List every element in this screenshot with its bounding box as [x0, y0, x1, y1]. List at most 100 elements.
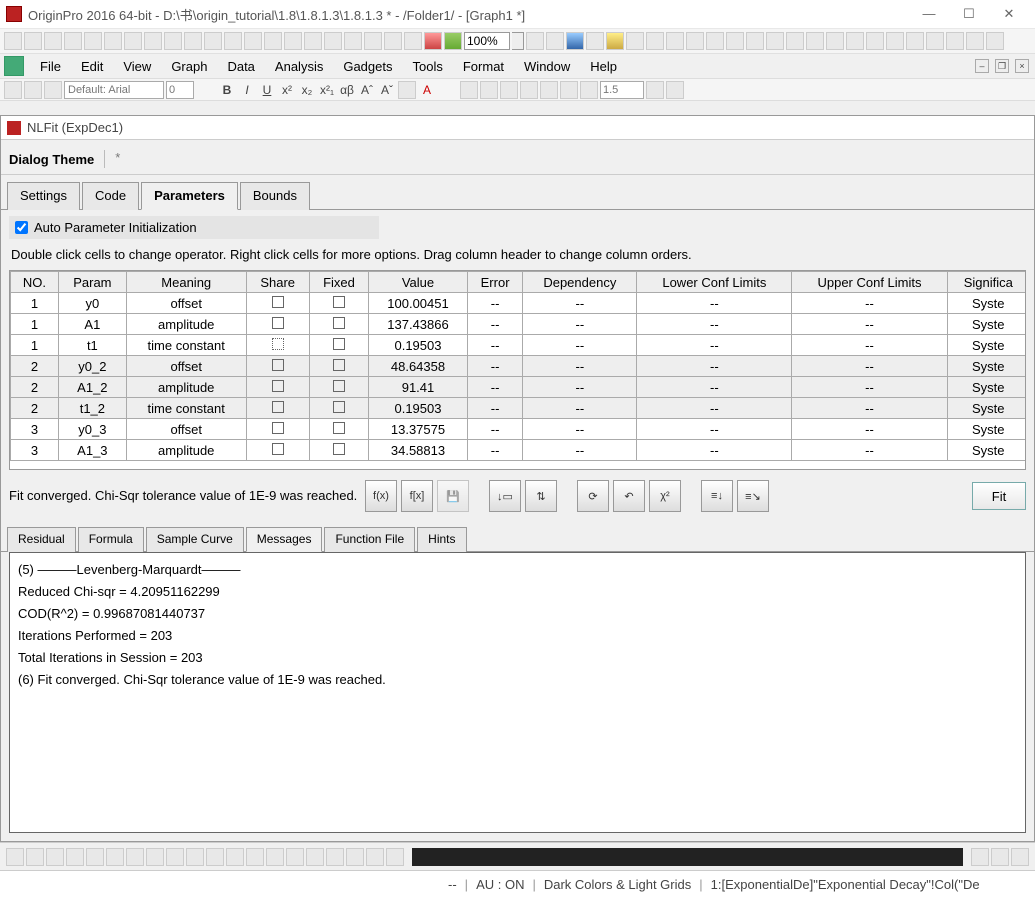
column-header[interactable]: Fixed — [309, 272, 368, 293]
action-button-3[interactable]: ↓▭ — [489, 480, 521, 512]
line-tool[interactable] — [666, 81, 684, 99]
toolbar-button[interactable] — [866, 32, 884, 50]
menu-help[interactable]: Help — [580, 56, 627, 77]
bold-button[interactable]: B — [218, 81, 236, 99]
toolbar-button[interactable] — [646, 32, 664, 50]
menu-graph[interactable]: Graph — [161, 56, 217, 77]
table-row[interactable]: 3y0_3offset13.37575--------Syste — [11, 419, 1027, 440]
column-header[interactable]: Value — [369, 272, 468, 293]
share-checkbox[interactable] — [272, 422, 284, 434]
toolbar-button[interactable] — [926, 32, 944, 50]
share-checkbox[interactable] — [272, 380, 284, 392]
toolbar-button[interactable] — [284, 32, 302, 50]
close-button[interactable]: ✕ — [989, 2, 1029, 26]
fixed-checkbox[interactable] — [333, 359, 345, 371]
toolbar-button[interactable] — [846, 32, 864, 50]
toolbar-button[interactable] — [444, 32, 462, 50]
auto-init-input[interactable] — [15, 221, 28, 234]
plot-tool-button[interactable] — [326, 848, 344, 866]
toolbar-button[interactable] — [966, 32, 984, 50]
plot-tool-button[interactable] — [206, 848, 224, 866]
action-button-7[interactable]: χ² — [649, 480, 681, 512]
zoom-dropdown[interactable] — [512, 32, 524, 50]
plot-tool-button[interactable] — [286, 848, 304, 866]
line-tool[interactable] — [480, 81, 498, 99]
italic-button[interactable]: I — [238, 81, 256, 99]
plot-tool-button[interactable] — [266, 848, 284, 866]
plot-tool-button[interactable] — [366, 848, 384, 866]
plot-tool-button[interactable] — [46, 848, 64, 866]
font-selector[interactable]: Default: Arial — [64, 81, 164, 99]
fixed-checkbox[interactable] — [333, 296, 345, 308]
toolbar-button[interactable] — [164, 32, 182, 50]
share-checkbox[interactable] — [272, 338, 284, 350]
toolbar-button[interactable] — [886, 32, 904, 50]
toolbar-button[interactable] — [566, 32, 584, 50]
theme-value[interactable]: * — [104, 150, 122, 168]
alpha-beta-button[interactable]: αβ — [338, 81, 356, 99]
table-row[interactable]: 2A1_2amplitude91.41--------Syste — [11, 377, 1027, 398]
format-btn[interactable] — [24, 81, 42, 99]
plot-tool-button[interactable] — [386, 848, 404, 866]
toolbar-button[interactable] — [971, 848, 989, 866]
format-btn[interactable] — [398, 81, 416, 99]
toolbar-button[interactable] — [626, 32, 644, 50]
msgtab-hints[interactable]: Hints — [417, 527, 466, 552]
column-header[interactable]: NO. — [11, 272, 59, 293]
auto-init-checkbox[interactable]: Auto Parameter Initialization — [9, 216, 379, 239]
share-checkbox[interactable] — [272, 401, 284, 413]
underline-button[interactable]: U — [258, 81, 276, 99]
plot-tool-button[interactable] — [246, 848, 264, 866]
plot-tool-button[interactable] — [126, 848, 144, 866]
minimize-button[interactable]: — — [909, 2, 949, 26]
increase-font-button[interactable]: Aˆ — [358, 81, 376, 99]
column-header[interactable]: Share — [246, 272, 309, 293]
action-button-8[interactable]: ≡↓ — [701, 480, 733, 512]
plot-tool-button[interactable] — [66, 848, 84, 866]
toolbar-button[interactable] — [806, 32, 824, 50]
toolbar-button[interactable] — [826, 32, 844, 50]
toolbar-button[interactable] — [44, 32, 62, 50]
plot-tool-button[interactable] — [6, 848, 24, 866]
worksheet-icon[interactable] — [4, 56, 24, 76]
fixed-checkbox[interactable] — [333, 443, 345, 455]
plot-tool-button[interactable] — [146, 848, 164, 866]
share-checkbox[interactable] — [272, 296, 284, 308]
line-tool[interactable] — [580, 81, 598, 99]
toolbar-button[interactable] — [24, 32, 42, 50]
toolbar-button[interactable] — [384, 32, 402, 50]
toolbar-button[interactable] — [4, 32, 22, 50]
column-header[interactable]: Meaning — [126, 272, 246, 293]
msgtab-sample-curve[interactable]: Sample Curve — [146, 527, 244, 552]
menu-window[interactable]: Window — [514, 56, 580, 77]
toolbar-button[interactable] — [586, 32, 604, 50]
toolbar-button[interactable] — [686, 32, 704, 50]
tab-settings[interactable]: Settings — [7, 182, 80, 210]
tab-code[interactable]: Code — [82, 182, 139, 210]
column-header[interactable]: Significa — [947, 272, 1026, 293]
line-weight[interactable]: 1.5 — [600, 81, 644, 99]
plot-tool-button[interactable] — [346, 848, 364, 866]
menu-format[interactable]: Format — [453, 56, 514, 77]
toolbar-button[interactable] — [104, 32, 122, 50]
column-header[interactable]: Upper Conf Limits — [792, 272, 947, 293]
toolbar-button[interactable] — [706, 32, 724, 50]
format-btn[interactable] — [4, 81, 22, 99]
table-row[interactable]: 2y0_2offset48.64358--------Syste — [11, 356, 1027, 377]
menu-analysis[interactable]: Analysis — [265, 56, 333, 77]
toolbar-button[interactable] — [344, 32, 362, 50]
font-color-button[interactable]: A — [418, 81, 436, 99]
action-button-4[interactable]: ⇅ — [525, 480, 557, 512]
toolbar-button[interactable] — [666, 32, 684, 50]
toolbar-button[interactable] — [364, 32, 382, 50]
toolbar-button[interactable] — [264, 32, 282, 50]
menu-gadgets[interactable]: Gadgets — [333, 56, 402, 77]
tab-bounds[interactable]: Bounds — [240, 182, 310, 210]
toolbar-button[interactable] — [144, 32, 162, 50]
action-button-5[interactable]: ⟳ — [577, 480, 609, 512]
font-size[interactable]: 0 — [166, 81, 194, 99]
action-button-1[interactable]: f[x] — [401, 480, 433, 512]
action-button-2[interactable]: 💾 — [437, 480, 469, 512]
menu-view[interactable]: View — [113, 56, 161, 77]
toolbar-button[interactable] — [304, 32, 322, 50]
